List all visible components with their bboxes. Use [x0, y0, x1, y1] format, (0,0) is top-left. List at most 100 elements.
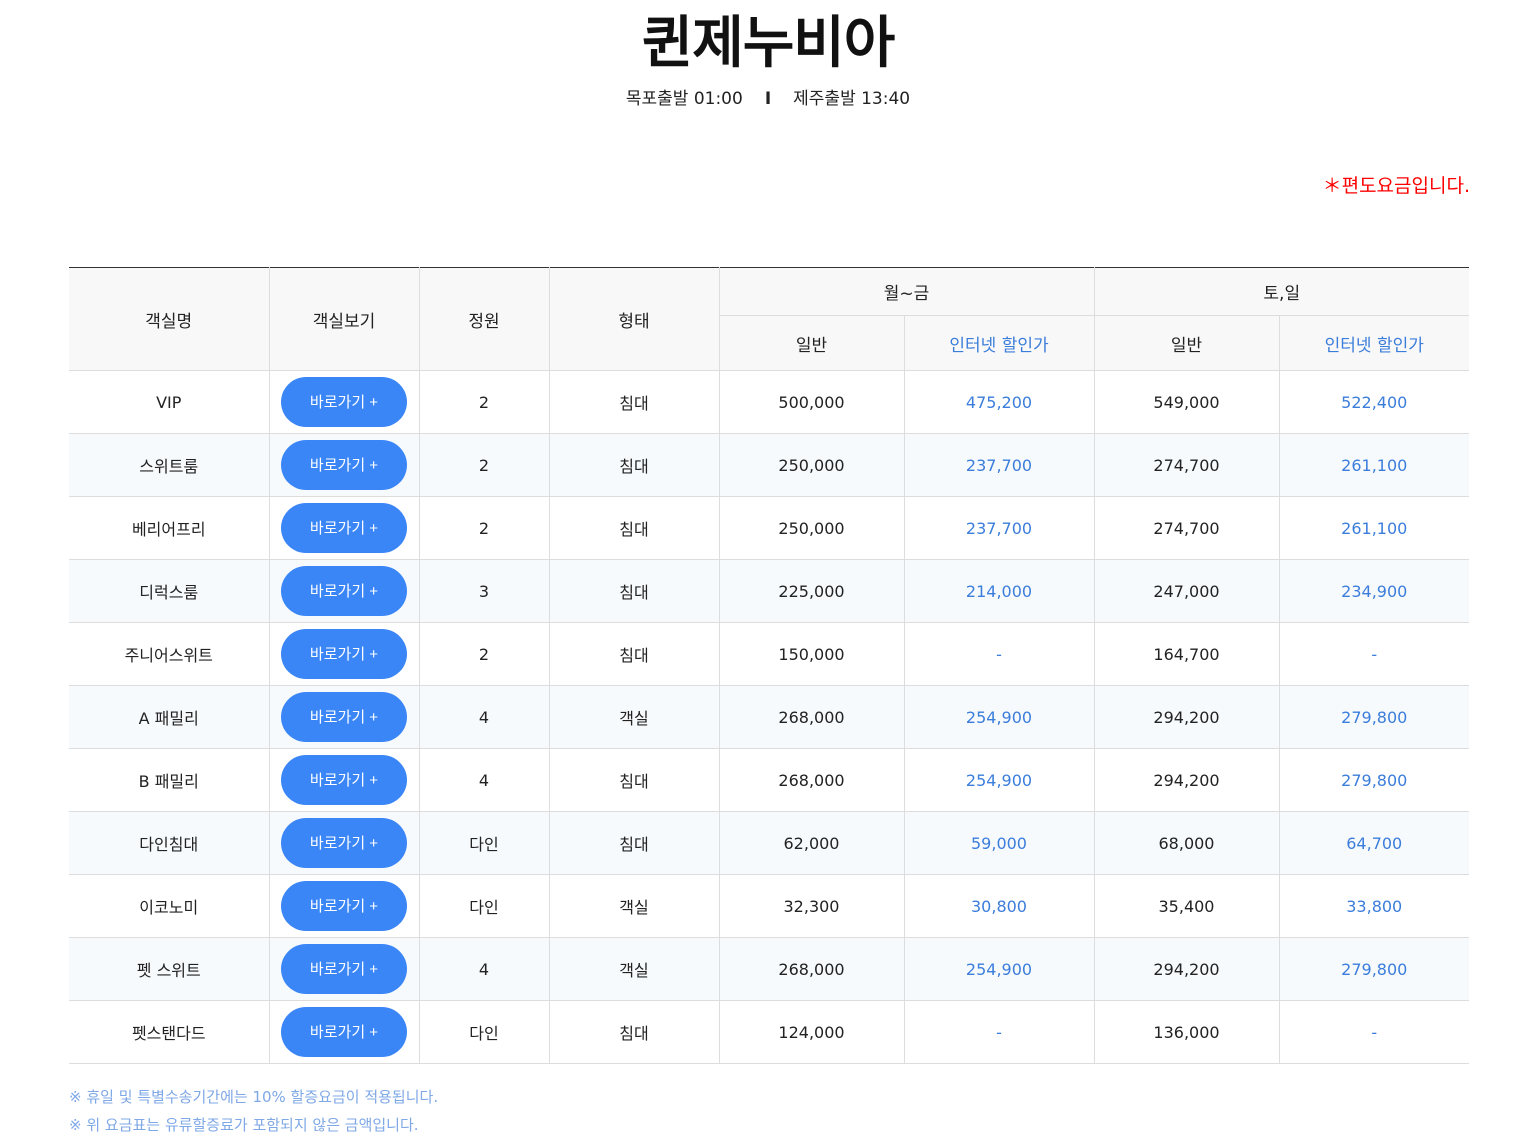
table-row: 다인침대 바로가기 + 다인 침대 62,000 59,000 68,000 64,700	[69, 811, 1469, 875]
weekday-internet-price: 30,800	[904, 874, 1095, 938]
header-weekend-internet: 인터넷 할인가	[1279, 315, 1469, 371]
table-row: 주니어스위트 바로가기 +2 침대 150,000-164,700-	[69, 622, 1469, 686]
header-weekday-internet: 인터넷 할인가	[904, 315, 1095, 371]
room-view-button[interactable]: 바로가기 +	[281, 881, 407, 931]
room-name-cell: 베리어프리	[69, 496, 270, 560]
room-name-cell: 다인침대	[69, 811, 270, 875]
fare-table: 객실명 객실보기 정원 형태 월~금 토,일 일반 인터넷 할인가 일반 인터넷…	[69, 267, 1469, 1064]
table-row: 스위트룸 바로가기 +2 침대 250,000 237,700 274,700 261,10…	[69, 433, 1469, 497]
room-name-cell: 펫 스위트	[69, 937, 270, 1001]
room-view-cell: 바로가기 +	[269, 1000, 420, 1064]
type-cell: 객실	[549, 874, 720, 938]
departure-separator: I	[764, 89, 772, 109]
weekend-internet-price: -	[1279, 1000, 1469, 1064]
room-view-button[interactable]: 바로가기 +	[281, 818, 407, 868]
footnote-fuel: ※ 위 요금표는 유류할증료가 포함되지 않은 금액입니다.	[69, 1116, 419, 1134]
table-row: 디럭스룸 바로가기 +3 침대 225,000 214,000 247,000 234,90…	[69, 559, 1469, 623]
table-row: 이코노미 바로가기 + 다인 객실 32,300 30,800 35,400 33,800	[69, 874, 1469, 938]
weekend-regular-price: 164,700	[1094, 622, 1280, 686]
table-row: 베리어프리 바로가기 +2 침대 250,000 237,700 274,700 261,1…	[69, 496, 1469, 560]
weekday-regular-price: 124,000	[719, 1000, 905, 1064]
room-view-button[interactable]: 바로가기 +	[281, 944, 407, 994]
weekday-regular-price: 268,000	[719, 937, 905, 1001]
table-row: A 패밀리 바로가기 +4 객실 268,000 254,900 294,200 279,8…	[69, 685, 1469, 749]
capacity-cell: 2	[419, 433, 550, 497]
room-name-cell: 이코노미	[69, 874, 270, 938]
type-cell: 침대	[549, 370, 720, 434]
footnote-surcharge: ※ 휴일 및 특별수송기간에는 10% 할증요금이 적용됩니다.	[69, 1088, 439, 1106]
header-capacity: 정원	[419, 267, 550, 371]
weekend-regular-price: 136,000	[1094, 1000, 1280, 1064]
header-weekday-regular: 일반	[719, 315, 905, 371]
weekend-regular-price: 294,200	[1094, 937, 1280, 1001]
weekend-internet-price: 33,800	[1279, 874, 1469, 938]
weekday-regular-price: 250,000	[719, 433, 905, 497]
weekend-regular-price: 247,000	[1094, 559, 1280, 623]
room-view-button[interactable]: 바로가기 +	[281, 377, 407, 427]
type-cell: 침대	[549, 748, 720, 812]
weekday-internet-price: 237,700	[904, 433, 1095, 497]
weekday-regular-price: 268,000	[719, 685, 905, 749]
weekend-internet-price: 522,400	[1279, 370, 1469, 434]
weekday-internet-price: 254,900	[904, 748, 1095, 812]
weekend-internet-price: 279,800	[1279, 937, 1469, 1001]
weekday-internet-price: 475,200	[904, 370, 1095, 434]
room-view-cell: 바로가기 +	[269, 370, 420, 434]
weekday-regular-price: 225,000	[719, 559, 905, 623]
header-room-view: 객실보기	[269, 267, 420, 371]
room-view-button[interactable]: 바로가기 +	[281, 755, 407, 805]
weekday-internet-price: 59,000	[904, 811, 1095, 875]
weekday-regular-price: 150,000	[719, 622, 905, 686]
room-name-cell: A 패밀리	[69, 685, 270, 749]
weekend-internet-price: 279,800	[1279, 748, 1469, 812]
jeju-departure: 제주출발 13:40	[793, 89, 911, 109]
room-view-button[interactable]: 바로가기 +	[281, 503, 407, 553]
capacity-cell: 4	[419, 685, 550, 749]
weekend-regular-price: 294,200	[1094, 685, 1280, 749]
weekday-internet-price: -	[904, 1000, 1095, 1064]
type-cell: 침대	[549, 622, 720, 686]
header-weekend-regular: 일반	[1094, 315, 1280, 371]
room-view-button[interactable]: 바로가기 +	[281, 440, 407, 490]
header-weekday: 월~금	[719, 267, 1095, 316]
room-view-button[interactable]: 바로가기 +	[281, 629, 407, 679]
capacity-cell: 다인	[419, 1000, 550, 1064]
capacity-cell: 2	[419, 370, 550, 434]
departure-times: 목포출발 01:00 I 제주출발 13:40	[0, 86, 1536, 112]
type-cell: 침대	[549, 1000, 720, 1064]
weekend-regular-price: 274,700	[1094, 433, 1280, 497]
table-row: 펫스탠다드 바로가기 + 다인 침대 124,000-136,000-	[69, 1000, 1469, 1064]
header-room-name: 객실명	[69, 267, 270, 371]
type-cell: 침대	[549, 559, 720, 623]
table-row: VIP 바로가기 +2 침대 500,000 475,200 549,000 522,400	[69, 370, 1469, 434]
type-cell: 침대	[549, 433, 720, 497]
room-view-button[interactable]: 바로가기 +	[281, 566, 407, 616]
weekday-internet-price: -	[904, 622, 1095, 686]
room-name-cell: 주니어스위트	[69, 622, 270, 686]
room-view-cell: 바로가기 +	[269, 433, 420, 497]
weekend-regular-price: 294,200	[1094, 748, 1280, 812]
capacity-cell: 3	[419, 559, 550, 623]
weekend-regular-price: 35,400	[1094, 874, 1280, 938]
room-view-cell: 바로가기 +	[269, 496, 420, 560]
capacity-cell: 4	[419, 748, 550, 812]
capacity-cell: 다인	[419, 874, 550, 938]
room-view-cell: 바로가기 +	[269, 874, 420, 938]
room-view-button[interactable]: 바로가기 +	[281, 692, 407, 742]
room-view-cell: 바로가기 +	[269, 559, 420, 623]
room-view-cell: 바로가기 +	[269, 937, 420, 1001]
header-weekend: 토,일	[1094, 267, 1469, 316]
weekend-internet-price: 234,900	[1279, 559, 1469, 623]
one-way-notice: ＊편도요금입니다.	[1322, 175, 1470, 197]
weekday-regular-price: 32,300	[719, 874, 905, 938]
room-view-button[interactable]: 바로가기 +	[281, 1007, 407, 1057]
weekend-regular-price: 274,700	[1094, 496, 1280, 560]
weekend-internet-price: 279,800	[1279, 685, 1469, 749]
capacity-cell: 4	[419, 937, 550, 1001]
mokpo-departure: 목포출발 01:00	[625, 89, 743, 109]
weekday-internet-price: 254,900	[904, 937, 1095, 1001]
type-cell: 객실	[549, 685, 720, 749]
table-row: B 패밀리 바로가기 +4 침대 268,000 254,900 294,200 279,8…	[69, 748, 1469, 812]
weekday-internet-price: 214,000	[904, 559, 1095, 623]
capacity-cell: 2	[419, 622, 550, 686]
